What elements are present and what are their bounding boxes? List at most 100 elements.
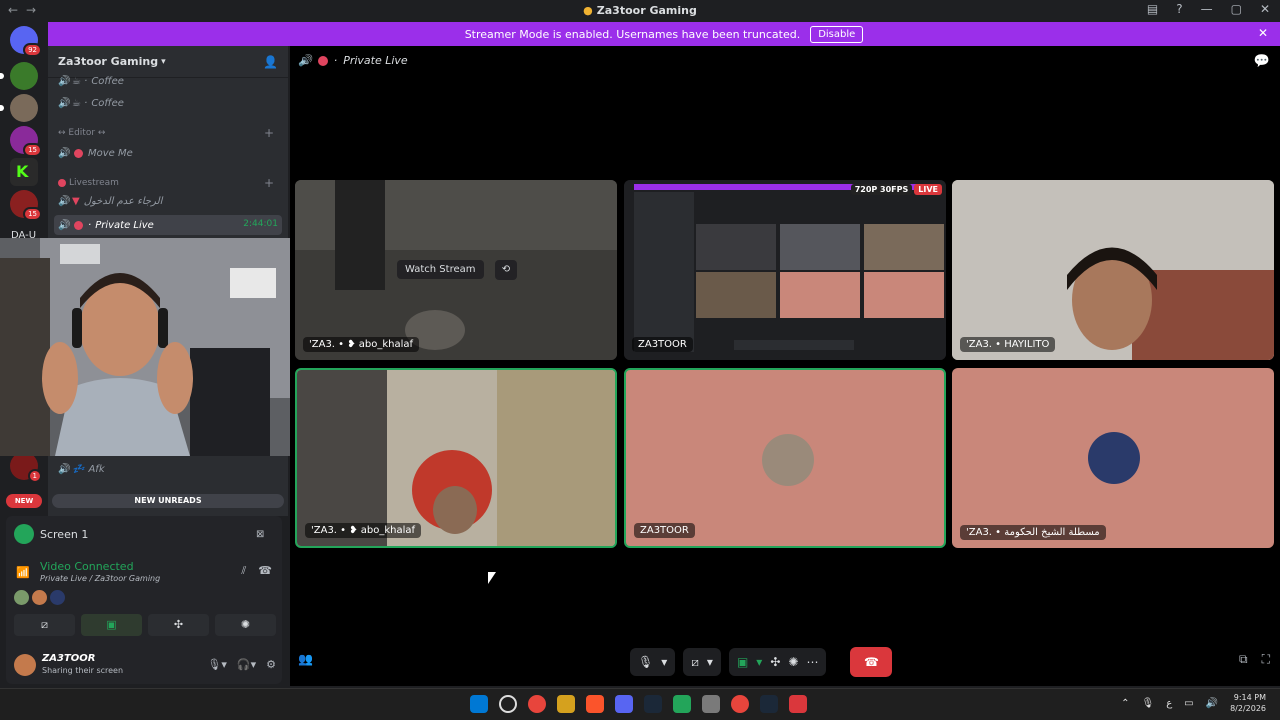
settings-icon[interactable]	[702, 695, 720, 713]
server-icon[interactable]: 15	[10, 190, 42, 221]
watch-together-icon[interactable]: ⟲	[495, 260, 517, 280]
user-name[interactable]: ZA3TOOR	[42, 653, 95, 664]
headphones-icon[interactable]: 🎧▾	[237, 658, 256, 671]
avatar-tile[interactable]: 'ZA3. • مسطلة الشيخ الحكومة	[952, 368, 1274, 548]
chevron-down-icon[interactable]: ▾	[707, 655, 713, 669]
video-tile[interactable]: 'ZA3. • ❥ abo_khalaf	[295, 368, 617, 548]
add-channel-icon[interactable]: +	[264, 176, 274, 190]
chevron-down-icon[interactable]: ▾	[661, 655, 667, 669]
banner-close-icon[interactable]: ✕	[1258, 26, 1268, 40]
voice-channel-private-live[interactable]: 🔊 · Private Live 2:44:01	[54, 215, 282, 235]
add-channel-icon[interactable]: +	[264, 126, 274, 140]
minimize-button[interactable]: —	[1201, 2, 1213, 16]
server-icon[interactable]: 1	[10, 452, 42, 483]
more-icon[interactable]: ⋯	[806, 655, 818, 669]
red-circle-icon	[317, 55, 328, 66]
file-explorer-icon[interactable]	[557, 695, 575, 713]
add-people-icon[interactable]: 👥	[298, 652, 313, 666]
fullscreen-icon[interactable]: ⛶	[1262, 652, 1270, 667]
avatar-tile[interactable]: ZA3TOOR	[624, 368, 946, 548]
panel-control-row: ⧄ ▣ ✣ ✺	[14, 614, 276, 636]
webcam-image	[0, 238, 309, 456]
webcam-preview	[952, 180, 1274, 360]
chevron-down-icon[interactable]: ▾	[756, 655, 762, 669]
server-icon[interactable]	[0, 94, 38, 122]
avatar[interactable]	[32, 590, 47, 605]
screen-share-button[interactable]: ▣ ▾ ✣ ✺ ⋯	[728, 648, 827, 676]
screen-share-button[interactable]: ▣	[81, 614, 142, 636]
brave-icon[interactable]	[586, 695, 604, 713]
text-channel-no-entry[interactable]: 🔊 ▼ الرجاء عدم الدخول	[58, 192, 162, 210]
window-title: ● Za3toor Gaming	[583, 4, 697, 17]
avatar[interactable]	[14, 654, 36, 676]
category-livestream[interactable]: Livestream +	[58, 176, 274, 190]
camera-button[interactable]: ⧄ ▾	[683, 648, 721, 676]
webcam-preview	[297, 370, 615, 546]
discord-icon[interactable]	[615, 695, 633, 713]
voice-channel-move-me[interactable]: 🔊 Move Me	[58, 144, 133, 162]
volume-icon[interactable]: 🔊	[1206, 698, 1218, 709]
watch-stream-button[interactable]: Watch Stream	[397, 260, 484, 279]
new-pill[interactable]: NEW	[6, 494, 42, 508]
server-icon[interactable]	[0, 62, 38, 90]
activities-button[interactable]: ✣	[148, 614, 209, 636]
steam-icon[interactable]	[760, 695, 778, 713]
start-icon[interactable]	[470, 695, 488, 713]
microphone-icon[interactable]: 🎙▾	[207, 658, 227, 671]
maximize-button[interactable]: ▢	[1231, 2, 1242, 16]
home-button[interactable]: 92	[10, 26, 42, 57]
chevron-up-icon[interactable]: ⌃	[1121, 698, 1129, 709]
category-editor[interactable]: ↔ Editor ↔ +	[58, 126, 274, 140]
disconnect-button[interactable]: ☎	[850, 647, 893, 677]
video-tile[interactable]: 'ZA3. • HAYILITO	[952, 180, 1274, 360]
channel-prefix: ▼	[72, 195, 80, 207]
clock-time: 9:14 PM	[1233, 693, 1266, 702]
server-icon[interactable]: 15	[10, 126, 42, 157]
chrome-icon[interactable]	[731, 695, 749, 713]
chat-icon[interactable]: 💬	[1254, 54, 1270, 69]
clock[interactable]: 9:14 PM 8/2/2026	[1230, 692, 1266, 714]
stop-share-icon[interactable]: ⊠	[256, 529, 264, 540]
voice-channel-afk[interactable]: 🔊 💤 Afk	[58, 460, 105, 478]
new-unreads-bar[interactable]: NEW UNREADS	[52, 494, 284, 508]
gear-icon[interactable]: ⚙	[266, 658, 276, 671]
voice-channel-coffee[interactable]: 🔊 ☕ · Coffee	[58, 94, 124, 112]
kick-server-icon[interactable]: K	[10, 158, 38, 186]
voice-subtitle[interactable]: Private Live / Za3toor Gaming	[40, 574, 160, 583]
activities-icon[interactable]: ✣	[770, 655, 780, 669]
language-icon[interactable]: ع	[1166, 698, 1172, 709]
banner-text: Streamer Mode is enabled. Usernames have…	[464, 27, 801, 41]
disconnect-icon[interactable]: ☎	[258, 564, 272, 578]
close-button[interactable]: ✕	[1260, 2, 1270, 16]
app-icon[interactable]	[673, 695, 691, 713]
voice-channel-coffee[interactable]: 🔊 ☕ · Coffee	[58, 72, 124, 90]
microphone-icon[interactable]: 🎙	[1141, 698, 1154, 709]
call-channel-name: Private Live	[343, 54, 408, 67]
signal-icon: 📶	[16, 566, 30, 579]
screen-title: Screen 1	[40, 527, 89, 541]
view-controls: ⧉ ⛶	[1239, 652, 1270, 667]
chrome-icon[interactable]	[528, 695, 546, 713]
soundboard-icon[interactable]: ✺	[788, 655, 798, 669]
popout-icon[interactable]: ⧉	[1239, 652, 1248, 667]
avatar[interactable]	[50, 590, 65, 605]
steam-icon[interactable]	[644, 695, 662, 713]
speaker-icon: 🔊	[58, 147, 71, 159]
system-tray: ⌃ 🎙 ع ▭ 🔊 9:14 PM 8/2/2026	[1121, 692, 1266, 714]
network-icon[interactable]: ▭	[1184, 698, 1193, 709]
app-icon[interactable]	[789, 695, 807, 713]
disable-button[interactable]: Disable	[810, 25, 864, 43]
soundboard-button[interactable]: ✺	[215, 614, 276, 636]
search-icon[interactable]	[499, 695, 517, 713]
camera-off-button[interactable]: ⧄	[14, 614, 75, 636]
invite-icon[interactable]: 👤	[263, 55, 278, 69]
inbox-icon[interactable]: ▤	[1147, 2, 1158, 16]
channel-label: الرجاء عدم الدخول	[83, 195, 163, 207]
help-icon[interactable]: ?	[1176, 2, 1182, 16]
avatar[interactable]	[14, 590, 29, 605]
stream-tile[interactable]: 720P 30FPS LIVE ZA3TOOR	[624, 180, 946, 360]
stream-tile[interactable]: Watch Stream ⟲ 'ZA3. • ❥ abo_khalaf	[295, 180, 617, 360]
microphone-button[interactable]: 🎙 ▾	[630, 648, 676, 676]
camera-off-icon: ⧄	[691, 654, 699, 669]
noise-suppression-icon[interactable]: ⫽	[241, 564, 246, 578]
